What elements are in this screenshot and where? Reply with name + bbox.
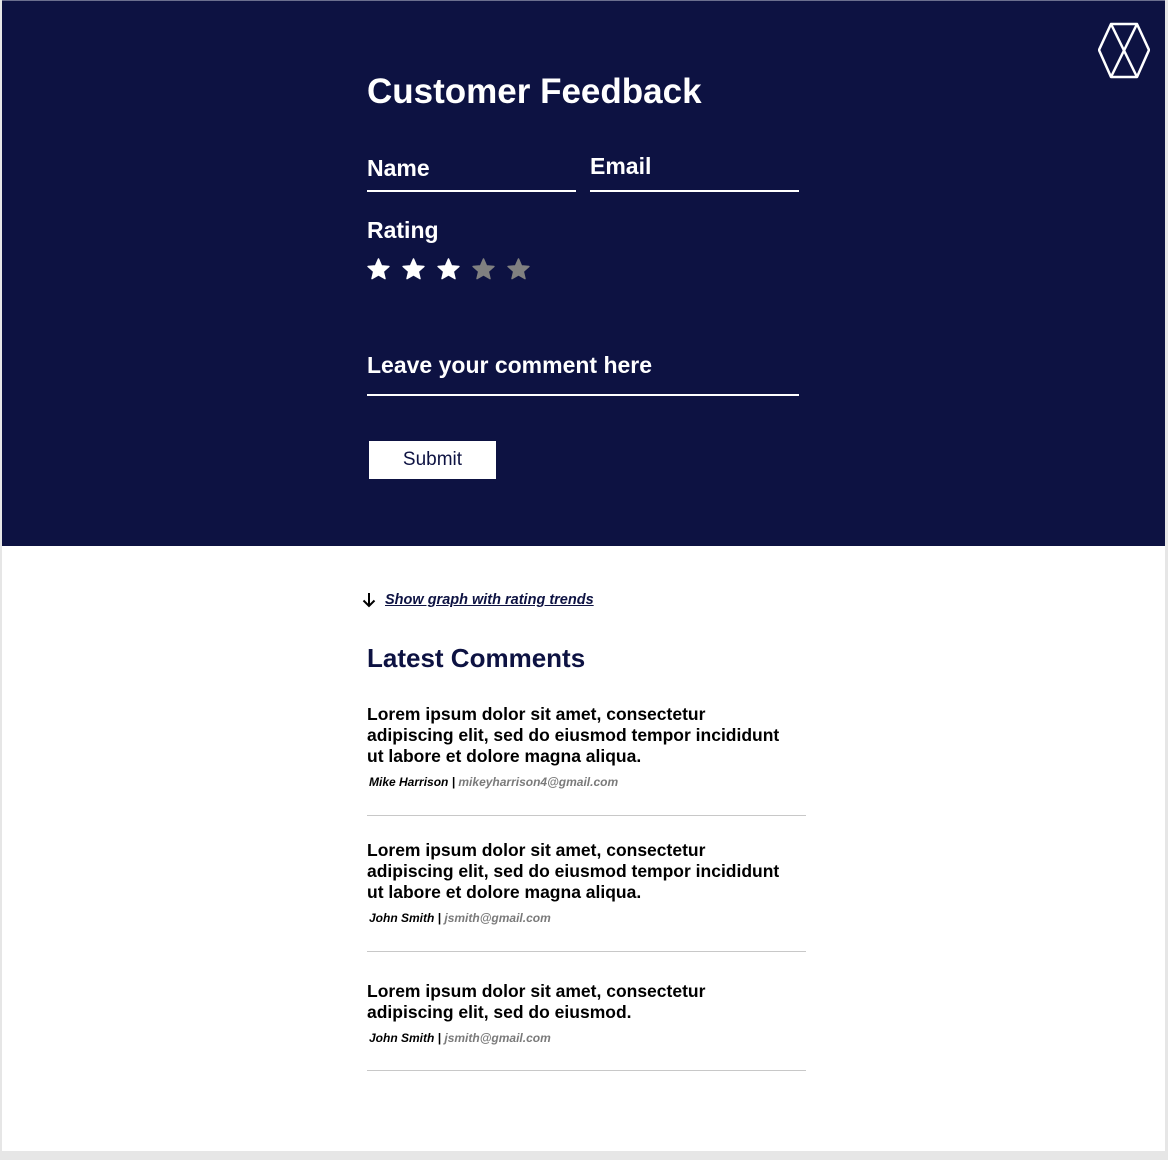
star-filled-icon[interactable] — [402, 257, 425, 281]
comment-item: Lorem ipsum dolor sit amet, consectetur … — [367, 704, 806, 816]
rating-label: Rating — [367, 217, 439, 243]
star-empty-icon[interactable] — [472, 257, 495, 281]
comment-email: mikeyharrison4@gmail.com — [458, 775, 619, 789]
comment-author: John Smith — [369, 911, 435, 925]
star-empty-icon[interactable] — [507, 257, 530, 281]
star-rating[interactable] — [367, 257, 542, 283]
comment-text: Lorem ipsum dolor sit amet, consectetur … — [367, 704, 780, 766]
comment-item: Lorem ipsum dolor sit amet, consectetur … — [367, 981, 806, 1071]
comment-text: Lorem ipsum dolor sit amet, consectetur … — [367, 981, 706, 1022]
hexagon-x-logo-icon — [1098, 22, 1150, 79]
comment-author: Mike Harrison — [369, 775, 449, 789]
submit-button[interactable]: Submit — [368, 440, 497, 480]
comment-item: Lorem ipsum dolor sit amet, consectetur … — [367, 840, 806, 952]
arrow-down-icon — [362, 593, 376, 608]
comment-field-label: Leave your comment here — [367, 352, 653, 378]
name-field[interactable]: Name — [367, 151, 576, 192]
rating-trends-toggle[interactable]: Show graph with rating trends — [362, 589, 594, 611]
latest-comments-title: Latest Comments — [367, 643, 586, 673]
page-title: Customer Feedback — [367, 72, 702, 111]
comment-author: John Smith — [369, 1031, 435, 1045]
comment-email: jsmith@gmail.com — [444, 1031, 551, 1045]
comment-separator: | — [434, 911, 445, 925]
email-field-label: Email — [590, 153, 652, 179]
comment-separator: | — [434, 1031, 445, 1045]
comment-meta: John Smith | jsmith@gmail.com — [367, 911, 806, 925]
name-field-label: Name — [367, 155, 430, 181]
comment-meta: John Smith | jsmith@gmail.com — [367, 1031, 806, 1045]
comment-field[interactable]: Leave your comment here — [367, 348, 799, 396]
email-field[interactable]: Email — [590, 151, 799, 192]
star-filled-icon[interactable] — [367, 257, 390, 281]
comment-email: jsmith@gmail.com — [444, 911, 551, 925]
page: Customer Feedback Name Email Rating Leav… — [2, 0, 1165, 1151]
comment-meta: Mike Harrison | mikeyharrison4@gmail.com — [367, 775, 806, 789]
comment-text: Lorem ipsum dolor sit amet, consectetur … — [367, 840, 780, 902]
feedback-form-section: Customer Feedback Name Email Rating Leav… — [2, 0, 1165, 546]
star-filled-icon[interactable] — [437, 257, 460, 281]
rating-trends-link[interactable]: Show graph with rating trends — [385, 592, 594, 608]
comment-separator: | — [448, 775, 459, 789]
